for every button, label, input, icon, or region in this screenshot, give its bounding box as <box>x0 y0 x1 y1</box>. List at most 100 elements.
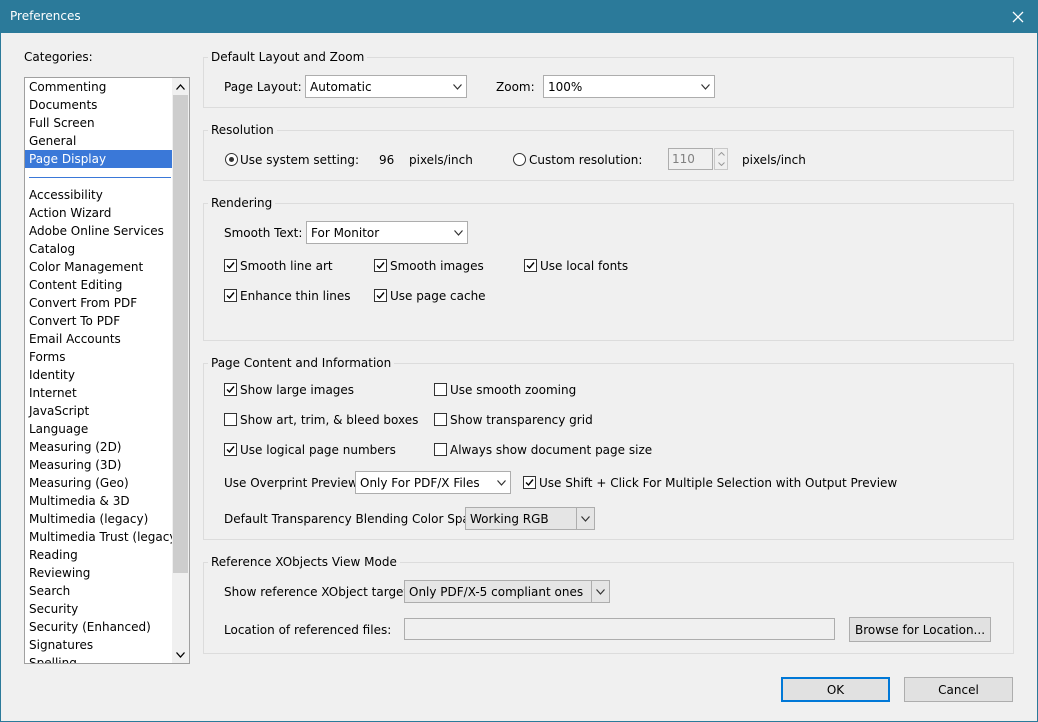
window-title: Preferences <box>10 9 81 23</box>
category-item[interactable]: Action Wizard <box>25 204 172 222</box>
categories-label: Categories: <box>24 50 93 64</box>
use-logical-page-numbers-label: Use logical page numbers <box>240 443 396 457</box>
custom-resolution-unit: pixels/inch <box>742 153 806 167</box>
category-item[interactable]: Forms <box>25 348 172 366</box>
category-item[interactable]: Search <box>25 582 172 600</box>
category-item[interactable]: Measuring (Geo) <box>25 474 172 492</box>
blending-value: Working RGB <box>470 512 549 526</box>
title-bar: Preferences <box>0 0 1038 33</box>
blending-label: Default Transparency Blending Color Spac… <box>224 512 488 526</box>
category-item[interactable]: JavaScript <box>25 402 172 420</box>
category-item[interactable]: Multimedia (legacy) <box>25 510 172 528</box>
always-show-page-size-checkbox[interactable] <box>434 443 447 456</box>
overprint-select[interactable]: Only For PDF/X Files <box>355 471 511 494</box>
system-resolution-value: 96 <box>379 153 395 167</box>
custom-resolution-spinner[interactable] <box>714 148 728 170</box>
close-icon[interactable] <box>998 0 1038 33</box>
location-input[interactable] <box>404 618 835 640</box>
rendering-title: Rendering <box>208 196 276 210</box>
category-item[interactable]: Language <box>25 420 172 438</box>
xobject-targets-select[interactable]: Only PDF/X-5 compliant ones <box>404 580 610 603</box>
system-setting-label: Use system setting: <box>240 153 360 167</box>
scroll-up-icon[interactable] <box>172 78 189 95</box>
category-item[interactable]: Reviewing <box>25 564 172 582</box>
category-item[interactable]: Email Accounts <box>25 330 172 348</box>
category-item[interactable]: Reading <box>25 546 172 564</box>
scroll-down-icon[interactable] <box>172 646 189 663</box>
category-item[interactable]: Multimedia Trust (legacy) <box>25 528 181 546</box>
system-resolution-unit: pixels/inch <box>409 153 473 167</box>
page-layout-select[interactable]: Automatic <box>305 75 467 98</box>
smooth-images-checkbox[interactable] <box>374 259 387 272</box>
checkmark-icon <box>226 446 235 454</box>
overprint-label: Use Overprint Preview: <box>224 476 362 490</box>
show-large-images-checkbox[interactable] <box>224 383 237 396</box>
use-smooth-zooming-label: Use smooth zooming <box>450 383 577 397</box>
smooth-text-label: Smooth Text: <box>224 226 303 240</box>
use-local-fonts-label: Use local fonts <box>540 259 629 273</box>
category-item[interactable]: Multimedia & 3D <box>25 492 172 510</box>
chevron-down-icon <box>449 222 467 243</box>
category-item[interactable]: Page Display <box>25 150 172 168</box>
smooth-text-value: For Monitor <box>311 226 380 240</box>
zoom-select[interactable]: 100% <box>543 75 715 98</box>
category-item[interactable]: Measuring (3D) <box>25 456 172 474</box>
use-page-cache-label: Use page cache <box>390 289 486 303</box>
category-item[interactable]: Identity <box>25 366 172 384</box>
custom-resolution-radio[interactable] <box>513 153 526 166</box>
show-large-images-label: Show large images <box>240 383 355 397</box>
smooth-text-select[interactable]: For Monitor <box>306 221 468 244</box>
category-item[interactable]: Catalog <box>25 240 172 258</box>
category-item[interactable]: Signatures <box>25 636 172 654</box>
category-item[interactable]: Convert To PDF <box>25 312 172 330</box>
use-logical-page-numbers-checkbox[interactable] <box>224 443 237 456</box>
smooth-images-label: Smooth images <box>390 259 484 273</box>
checkmark-icon <box>526 262 535 270</box>
use-local-fonts-checkbox[interactable] <box>524 259 537 272</box>
system-setting-radio[interactable] <box>225 153 238 166</box>
category-item[interactable]: Color Management <box>25 258 172 276</box>
category-item[interactable]: Content Editing <box>25 276 172 294</box>
category-item[interactable]: Spelling <box>25 654 172 663</box>
scroll-thumb[interactable] <box>173 95 188 573</box>
category-item[interactable]: Adobe Online Services <box>25 222 172 240</box>
category-item[interactable]: Full Screen <box>25 114 172 132</box>
category-item[interactable]: Measuring (2D) <box>25 438 172 456</box>
overprint-value: Only For PDF/X Files <box>360 476 480 490</box>
category-item[interactable]: General <box>25 132 172 150</box>
cancel-button[interactable]: Cancel <box>904 677 1013 702</box>
categories-separator <box>29 177 171 178</box>
browse-location-button[interactable]: Browse for Location... <box>849 617 991 642</box>
xobjects-title: Reference XObjects View Mode <box>208 555 400 569</box>
checkmark-icon <box>226 292 235 300</box>
enhance-thin-lines-label: Enhance thin lines <box>240 289 351 303</box>
show-transparency-grid-label: Show transparency grid <box>450 413 593 427</box>
category-item[interactable]: Documents <box>25 96 172 114</box>
use-smooth-zooming-checkbox[interactable] <box>434 383 447 396</box>
show-art-trim-checkbox[interactable] <box>224 413 237 426</box>
ok-button[interactable]: OK <box>781 677 890 702</box>
enhance-thin-lines-checkbox[interactable] <box>224 289 237 302</box>
shift-click-checkbox[interactable] <box>523 476 536 489</box>
checkmark-icon <box>226 262 235 270</box>
category-item[interactable]: Internet <box>25 384 172 402</box>
category-item[interactable]: Convert From PDF <box>25 294 172 312</box>
chevron-down-icon <box>576 508 594 529</box>
show-art-trim-label: Show art, trim, & bleed boxes <box>240 413 419 427</box>
blending-select[interactable]: Working RGB <box>465 507 595 530</box>
xobject-targets-label: Show reference XObject targets: <box>224 585 419 599</box>
smooth-line-art-checkbox[interactable] <box>224 259 237 272</box>
spin-down-icon <box>718 162 725 166</box>
page-layout-label: Page Layout: <box>224 80 302 94</box>
categories-list[interactable]: Commenting Documents Full Screen General Pag… <box>24 77 190 664</box>
category-item[interactable]: Commenting <box>25 78 172 96</box>
category-item[interactable]: Accessibility <box>25 186 172 204</box>
use-page-cache-checkbox[interactable] <box>374 289 387 302</box>
category-item[interactable]: Security (Enhanced) <box>25 618 172 636</box>
category-item[interactable]: Security <box>25 600 172 618</box>
categories-scrollbar[interactable] <box>172 78 189 663</box>
custom-resolution-input[interactable]: 110 <box>668 148 713 170</box>
show-transparency-grid-checkbox[interactable] <box>434 413 447 426</box>
checkmark-icon <box>525 479 534 487</box>
checkmark-icon <box>376 262 385 270</box>
